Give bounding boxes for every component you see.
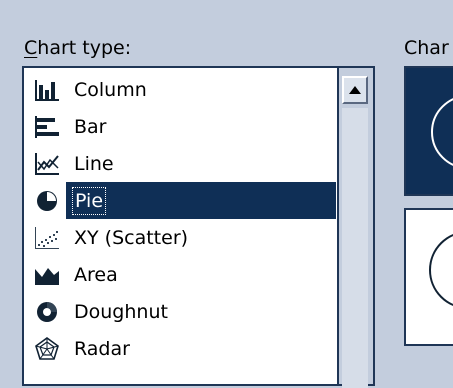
list-item-scatter[interactable]: XY (Scatter) xyxy=(30,219,336,256)
vertical-scrollbar[interactable] xyxy=(337,68,373,388)
chart-type-listbox[interactable]: Column Bar Line Pie XY (Scatter) Area Do… xyxy=(22,66,375,388)
list-item-label: Pie xyxy=(71,186,107,215)
chart-subtype-option-selected[interactable] xyxy=(404,66,453,196)
list-item-label: Radar xyxy=(74,337,130,360)
list-item-label: Line xyxy=(74,152,114,175)
list-item-doughnut[interactable]: Doughnut xyxy=(30,293,336,330)
area-chart-icon xyxy=(28,256,66,293)
list-item-radar[interactable]: Radar xyxy=(30,330,336,367)
scroll-up-button[interactable] xyxy=(342,76,368,104)
chart-subtype-label: Char xyxy=(404,37,449,59)
chart-type-label-rest: hart type: xyxy=(37,37,132,59)
pie-subtype-icon xyxy=(429,234,453,306)
list-item-label: Column xyxy=(74,78,147,101)
radar-chart-icon xyxy=(28,330,66,367)
chart-type-label: Chart type: xyxy=(24,36,131,60)
list-item-bar[interactable]: Bar xyxy=(30,108,336,145)
list-item-label: XY (Scatter) xyxy=(74,226,189,249)
scatter-chart-icon xyxy=(28,219,66,256)
bar-chart-icon xyxy=(28,108,66,145)
pie-chart-icon xyxy=(28,182,66,219)
scroll-track[interactable] xyxy=(342,108,368,388)
list-item-label: Area xyxy=(74,263,118,286)
list-item-label: Bar xyxy=(74,115,107,138)
arrow-up-icon xyxy=(349,86,361,94)
list-item-label: Doughnut xyxy=(74,300,168,323)
chart-type-label-accelerator: C xyxy=(24,37,38,59)
list-item-line[interactable]: Line xyxy=(30,145,336,182)
list-item-area[interactable]: Area xyxy=(30,256,336,293)
chart-subtype-option[interactable] xyxy=(404,208,453,346)
line-chart-icon xyxy=(28,145,66,182)
doughnut-chart-icon xyxy=(28,293,66,330)
list-item-column[interactable]: Column xyxy=(30,71,336,108)
list-item-pie[interactable]: Pie xyxy=(28,182,336,219)
column-chart-icon xyxy=(28,71,66,108)
pie-subtype-icon xyxy=(431,98,453,166)
